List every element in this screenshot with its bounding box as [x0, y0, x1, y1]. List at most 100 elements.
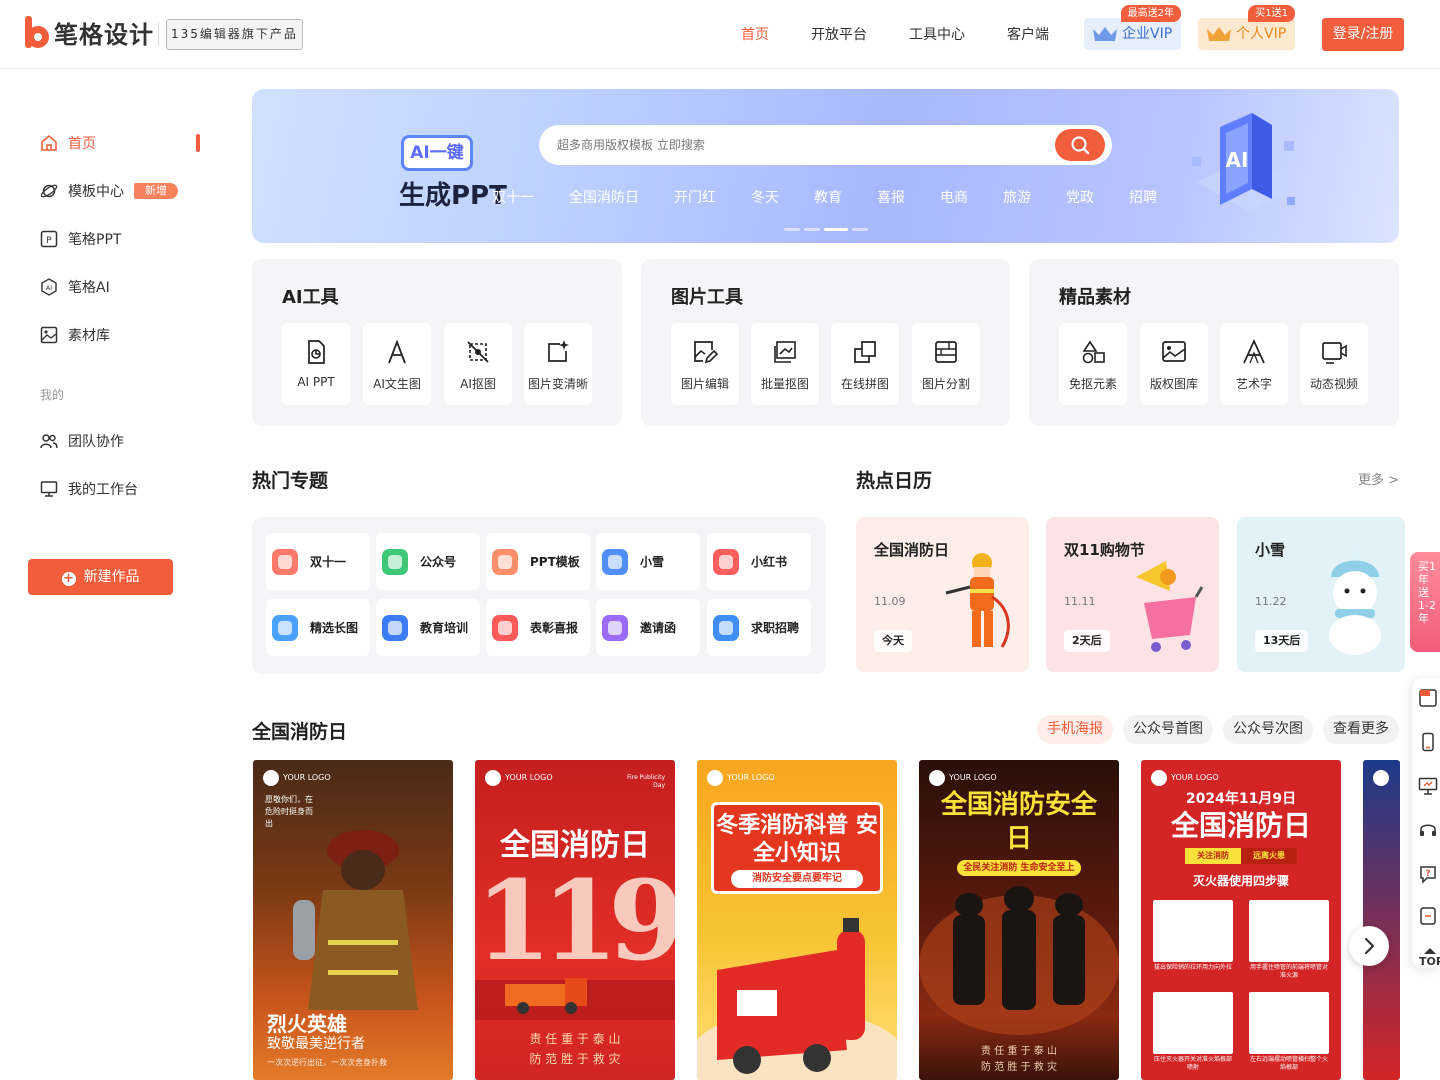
hot-tag[interactable]: 教育 — [814, 187, 842, 207]
sidebar-item-ai[interactable]: AI 笔格AI — [40, 275, 110, 299]
tool-ai-ppt[interactable]: AI PPT — [282, 323, 350, 405]
nav-client[interactable]: 客户端 — [1007, 24, 1049, 44]
hot-tag[interactable]: 招聘 — [1129, 187, 1157, 207]
tool-label: 动态视频 — [1309, 377, 1358, 391]
tool-label: AI文生图 — [373, 377, 421, 391]
sidebar-item-template-center[interactable]: 模板中心 新增 — [40, 179, 178, 203]
template-poster[interactable] — [1363, 760, 1400, 1080]
calendar-event-countdown: 13天后 — [1255, 630, 1309, 652]
carousel-next-button[interactable] — [1349, 926, 1389, 966]
tool-cutout-elements[interactable]: 免抠元素 — [1059, 323, 1127, 405]
image-split-icon — [935, 341, 957, 363]
feedback-icon[interactable] — [1418, 906, 1438, 926]
template-poster[interactable]: YOUR LOGO 全国消防安全日 全民关注消防 生命安全至上 责 任 重 于 … — [919, 760, 1119, 1080]
calendar-card[interactable]: 小雪 11.22 13天后 — [1237, 517, 1405, 672]
tool-image-enhance[interactable]: 图片变清晰 — [524, 323, 592, 405]
sidebar-item-materials[interactable]: 素材库 — [40, 323, 110, 347]
hot-tag[interactable]: 双十一 — [492, 187, 534, 207]
back-to-top-button[interactable]: TOP — [1419, 947, 1440, 968]
topic-item[interactable]: 精选长图 — [266, 599, 370, 656]
tab-view-more[interactable]: 查看更多 — [1323, 715, 1399, 744]
shopping-cart-illustration — [1136, 561, 1204, 652]
hero-banner[interactable]: AI一键 生成PPT 双十一 全国消防日 开门红 冬天 教育 喜报 电商 旅游 … — [252, 89, 1399, 243]
logo-text: 笔格设计 — [54, 20, 154, 49]
hot-tag[interactable]: 电商 — [940, 187, 968, 207]
carousel-dot[interactable] — [784, 228, 800, 231]
hot-tag[interactable]: 旅游 — [1003, 187, 1031, 207]
svg-text:?: ? — [1425, 869, 1430, 879]
topic-label: 小红书 — [751, 555, 788, 569]
template-poster[interactable]: YOUR LOGO 2024年11月9日 全国消防日 关注消防 远离火患 灭火器… — [1141, 760, 1341, 1080]
topic-item[interactable]: 邀请函 — [596, 599, 700, 656]
tool-image-split[interactable]: 图片分割 — [912, 323, 980, 405]
topic-item[interactable]: 小红书 — [707, 533, 811, 590]
enterprise-vip-button[interactable]: 企业VIP 最高送2年 — [1084, 5, 1181, 50]
search-button[interactable] — [1055, 129, 1105, 161]
new-work-button[interactable]: + 新建作品 — [28, 559, 173, 595]
topic-item[interactable]: 双十一 — [266, 533, 370, 590]
fire-truck-extinguisher-illustration — [697, 918, 897, 1080]
topic-item[interactable]: 表彰喜报 — [486, 599, 590, 656]
search-input[interactable] — [557, 135, 1037, 155]
poster-logo: YOUR LOGO — [263, 770, 331, 786]
promo-side-tab[interactable]: 买1年送1-2年 — [1410, 552, 1440, 652]
topic-item[interactable]: PPT模板 — [486, 533, 590, 590]
top-label: TOP — [1419, 955, 1440, 968]
hot-tag[interactable]: 党政 — [1066, 187, 1094, 207]
carousel-dot[interactable] — [852, 228, 868, 231]
poster-subtitle: 全民关注消防 生命安全至上 — [957, 860, 1081, 876]
topic-item[interactable]: 公众号 — [376, 533, 480, 590]
customer-service-icon[interactable] — [1418, 820, 1438, 840]
sidebar-item-team[interactable]: 团队协作 — [40, 429, 124, 453]
calendar-more-link[interactable]: 更多 > — [1358, 469, 1399, 488]
poster-chip: 关注消防 — [1185, 848, 1241, 864]
tool-copyright-gallery[interactable]: 版权图库 — [1140, 323, 1208, 405]
tool-ai-text-to-image[interactable]: AI文生图 — [363, 323, 431, 405]
topic-item[interactable]: 小雪 — [596, 533, 700, 590]
nav-tool-center[interactable]: 工具中心 — [909, 24, 965, 44]
plus-icon: + — [61, 571, 76, 586]
topic-item[interactable]: 求职招聘 — [707, 599, 811, 656]
tab-wechat-secondary[interactable]: 公众号次图 — [1223, 715, 1313, 744]
sidebar-item-ppt[interactable]: P 笔格PPT — [40, 227, 121, 251]
ppt-tool-icon[interactable] — [1418, 688, 1438, 708]
hot-tag[interactable]: 冬天 — [751, 187, 779, 207]
topic-icon — [272, 548, 298, 575]
tab-wechat-cover[interactable]: 公众号首图 — [1123, 715, 1213, 744]
tool-dynamic-video[interactable]: 动态视频 — [1300, 323, 1368, 405]
hot-tag[interactable]: 开门红 — [674, 187, 716, 207]
tool-art-text[interactable]: 艺术字 — [1220, 323, 1288, 405]
carousel-dot[interactable] — [804, 228, 820, 231]
hot-tag[interactable]: 喜报 — [877, 187, 905, 207]
carousel-dot-active[interactable] — [824, 228, 848, 231]
nav-open-platform[interactable]: 开放平台 — [811, 24, 867, 44]
tool-collage[interactable]: 在线拼图 — [831, 323, 899, 405]
floating-toolbar: ? — [1412, 678, 1440, 968]
sidebar-item-workspace[interactable]: 我的工作台 — [40, 477, 138, 501]
search-icon — [1071, 136, 1090, 155]
sidebar-item-home[interactable]: 首页 — [40, 131, 96, 155]
topic-item[interactable]: 教育培训 — [376, 599, 480, 656]
help-icon[interactable]: ? — [1418, 864, 1438, 884]
template-poster[interactable]: YOUR LOGO 愿敬你们，在危险时挺身而出 烈火英雄 致敬最美逆行者 一次次… — [253, 760, 453, 1080]
logo[interactable]: 笔格设计 — [24, 14, 154, 50]
tool-image-edit[interactable]: 图片编辑 — [671, 323, 739, 405]
tool-ai-cutout[interactable]: AI抠图 — [444, 323, 512, 405]
step-illustration — [1249, 900, 1329, 962]
nav-home[interactable]: 首页 — [741, 24, 769, 44]
calendar-card[interactable]: 全国消防日 11.09 今天 — [856, 517, 1029, 672]
template-poster[interactable]: YOUR LOGO Fire Publicity Day 全国消防日 119 责… — [475, 760, 675, 1080]
template-poster[interactable]: YOUR LOGO 冬季消防科普 安全小知识 消防安全要点要牢记 — [697, 760, 897, 1080]
login-register-button[interactable]: 登录/注册 — [1322, 18, 1404, 51]
tool-batch-cutout[interactable]: 批量抠图 — [751, 323, 819, 405]
calendar-card[interactable]: 双11购物节 11.11 2天后 — [1046, 517, 1219, 672]
hot-tag[interactable]: 全国消防日 — [569, 187, 639, 207]
fire-truck-illustration — [475, 978, 675, 1020]
mobile-icon[interactable] — [1418, 732, 1438, 752]
step-caption: 用手握住喷管的前端将喷管对准火源 — [1249, 964, 1328, 979]
step-illustration — [1153, 900, 1233, 962]
personal-vip-button[interactable]: 个人VIP 买1送1 — [1198, 5, 1295, 50]
desktop-icon[interactable] — [1418, 776, 1438, 796]
tab-mobile-poster[interactable]: 手机海报 — [1037, 715, 1113, 744]
enterprise-vip-promo-tag: 最高送2年 — [1120, 5, 1181, 22]
